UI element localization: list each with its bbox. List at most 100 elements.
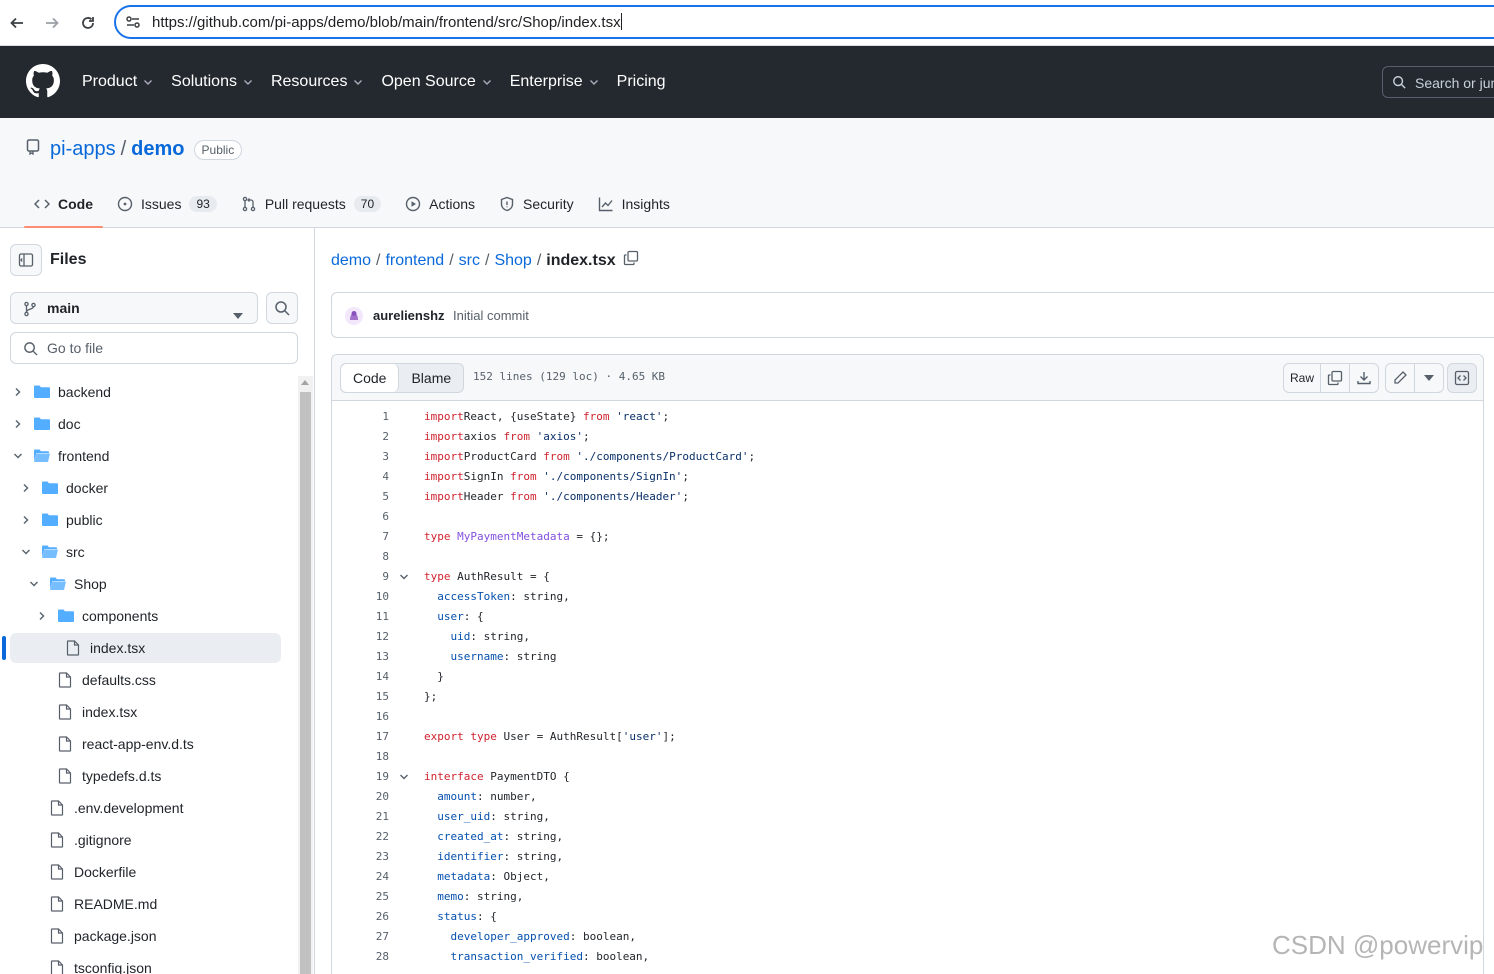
tree-file[interactable]: .env.development — [0, 792, 296, 824]
nav-resources[interactable]: Resources — [271, 70, 363, 94]
chevron-right-icon[interactable] — [12, 418, 24, 430]
tree-file[interactable]: defaults.css — [0, 664, 296, 696]
nav-open-source[interactable]: Open Source — [381, 70, 491, 94]
chevron-right-icon[interactable] — [20, 482, 32, 494]
tab-issues[interactable]: Issues 93 — [107, 190, 227, 218]
sidebar-collapse-button[interactable] — [10, 244, 42, 276]
search-files-button[interactable] — [266, 292, 298, 324]
avatar[interactable] — [345, 307, 363, 325]
line-number[interactable]: 13 — [332, 650, 389, 663]
tree-file[interactable]: package.json — [0, 920, 296, 952]
scrollbar-thumb[interactable] — [300, 392, 311, 974]
chevron-right-icon[interactable] — [12, 386, 24, 398]
tree-folder[interactable]: components — [0, 600, 296, 632]
tab-security[interactable]: Security — [489, 190, 584, 218]
tree-folder[interactable]: src — [0, 536, 296, 568]
chevron-down-icon[interactable] — [20, 546, 32, 558]
line-number[interactable]: 9 — [332, 570, 389, 583]
line-number[interactable]: 10 — [332, 590, 389, 603]
breadcrumb-frontend-link[interactable]: frontend — [385, 252, 444, 270]
fold-chevron-icon[interactable] — [399, 572, 409, 582]
line-number[interactable]: 19 — [332, 770, 389, 783]
line-number[interactable]: 18 — [332, 750, 389, 763]
breadcrumb-shop-link[interactable]: Shop — [494, 252, 531, 270]
line-number[interactable]: 5 — [332, 490, 389, 503]
tree-folder[interactable]: frontend — [0, 440, 296, 472]
download-button[interactable] — [1350, 364, 1378, 392]
scroll-up-arrow-icon[interactable] — [301, 380, 309, 385]
line-number[interactable]: 11 — [332, 610, 389, 623]
line-number[interactable]: 12 — [332, 630, 389, 643]
site-settings-icon[interactable] — [124, 13, 142, 31]
line-number[interactable]: 20 — [332, 790, 389, 803]
reload-icon[interactable] — [74, 9, 102, 37]
line-number[interactable]: 7 — [332, 530, 389, 543]
tree-folder[interactable]: docker — [0, 472, 296, 504]
copy-path-icon[interactable] — [623, 250, 639, 271]
tree-file[interactable]: typedefs.d.ts — [0, 760, 296, 792]
tree-file[interactable]: README.md — [0, 888, 296, 920]
line-number[interactable]: 1 — [332, 410, 389, 423]
line-number[interactable]: 4 — [332, 470, 389, 483]
line-number[interactable]: 14 — [332, 670, 389, 683]
line-number[interactable]: 25 — [332, 890, 389, 903]
fold-chevron-icon[interactable] — [399, 772, 409, 782]
tab-insights[interactable]: Insights — [588, 190, 680, 218]
sidebar-scrollbar[interactable] — [298, 376, 313, 974]
line-number[interactable]: 28 — [332, 950, 389, 963]
branch-selector[interactable]: main — [10, 292, 258, 324]
line-number[interactable]: 16 — [332, 710, 389, 723]
code-view-button[interactable]: Code — [341, 364, 400, 392]
raw-button[interactable]: Raw — [1284, 364, 1322, 392]
line-number[interactable]: 15 — [332, 690, 389, 703]
line-number[interactable]: 3 — [332, 450, 389, 463]
github-logo-icon[interactable] — [26, 64, 60, 98]
chevron-right-icon[interactable] — [36, 610, 48, 622]
nav-enterprise[interactable]: Enterprise — [510, 70, 599, 94]
edit-options-button[interactable] — [1415, 364, 1443, 392]
tree-file[interactable]: tsconfig.json — [0, 952, 296, 974]
tree-folder[interactable]: Shop — [0, 568, 296, 600]
commit-message-link[interactable]: Initial commit — [453, 308, 529, 323]
line-number[interactable]: 23 — [332, 850, 389, 863]
forward-icon[interactable] — [38, 9, 66, 37]
tree-file[interactable]: react-app-env.d.ts — [0, 728, 296, 760]
edit-file-button[interactable] — [1386, 364, 1415, 392]
line-number[interactable]: 21 — [332, 810, 389, 823]
tree-file[interactable]: Dockerfile — [0, 856, 296, 888]
copy-raw-button[interactable] — [1321, 364, 1351, 392]
tree-file[interactable]: .gitignore — [0, 824, 296, 856]
tree-folder[interactable]: doc — [0, 408, 296, 440]
tree-folder[interactable]: backend — [0, 376, 296, 408]
line-number[interactable]: 8 — [332, 550, 389, 563]
repo-name-link[interactable]: demo — [131, 138, 184, 161]
nav-solutions[interactable]: Solutions — [171, 70, 253, 94]
nav-pricing[interactable]: Pricing — [617, 70, 666, 94]
nav-product[interactable]: Product — [82, 70, 153, 94]
symbols-panel-button[interactable] — [1447, 363, 1477, 393]
line-number[interactable]: 6 — [332, 510, 389, 523]
tree-file[interactable]: index.tsx — [0, 696, 296, 728]
line-number[interactable]: 27 — [332, 930, 389, 943]
breadcrumb-repo-link[interactable]: demo — [331, 252, 371, 270]
line-number[interactable]: 22 — [332, 830, 389, 843]
line-number[interactable]: 2 — [332, 430, 389, 443]
tree-file[interactable]: index.tsx — [0, 632, 296, 664]
breadcrumb-src-link[interactable]: src — [459, 252, 480, 270]
tab-code[interactable]: Code — [24, 190, 103, 228]
chevron-right-icon[interactable] — [20, 514, 32, 526]
line-number[interactable]: 24 — [332, 870, 389, 883]
tree-folder[interactable]: public — [0, 504, 296, 536]
chevron-down-icon[interactable] — [28, 578, 40, 590]
line-number[interactable]: 17 — [332, 730, 389, 743]
line-number[interactable]: 26 — [332, 910, 389, 923]
go-to-file-input[interactable]: Go to file — [10, 332, 298, 364]
chevron-down-icon[interactable] — [12, 450, 24, 462]
back-icon[interactable] — [3, 9, 31, 37]
blame-view-button[interactable]: Blame — [399, 364, 463, 392]
tab-actions[interactable]: Actions — [395, 190, 485, 218]
address-bar[interactable]: https://github.com/pi-apps/demo/blob/mai… — [114, 5, 1494, 39]
tab-pull-requests[interactable]: Pull requests 70 — [231, 190, 391, 218]
commit-author-link[interactable]: aurelienshz — [373, 308, 445, 323]
repo-owner-link[interactable]: pi-apps — [50, 138, 116, 161]
